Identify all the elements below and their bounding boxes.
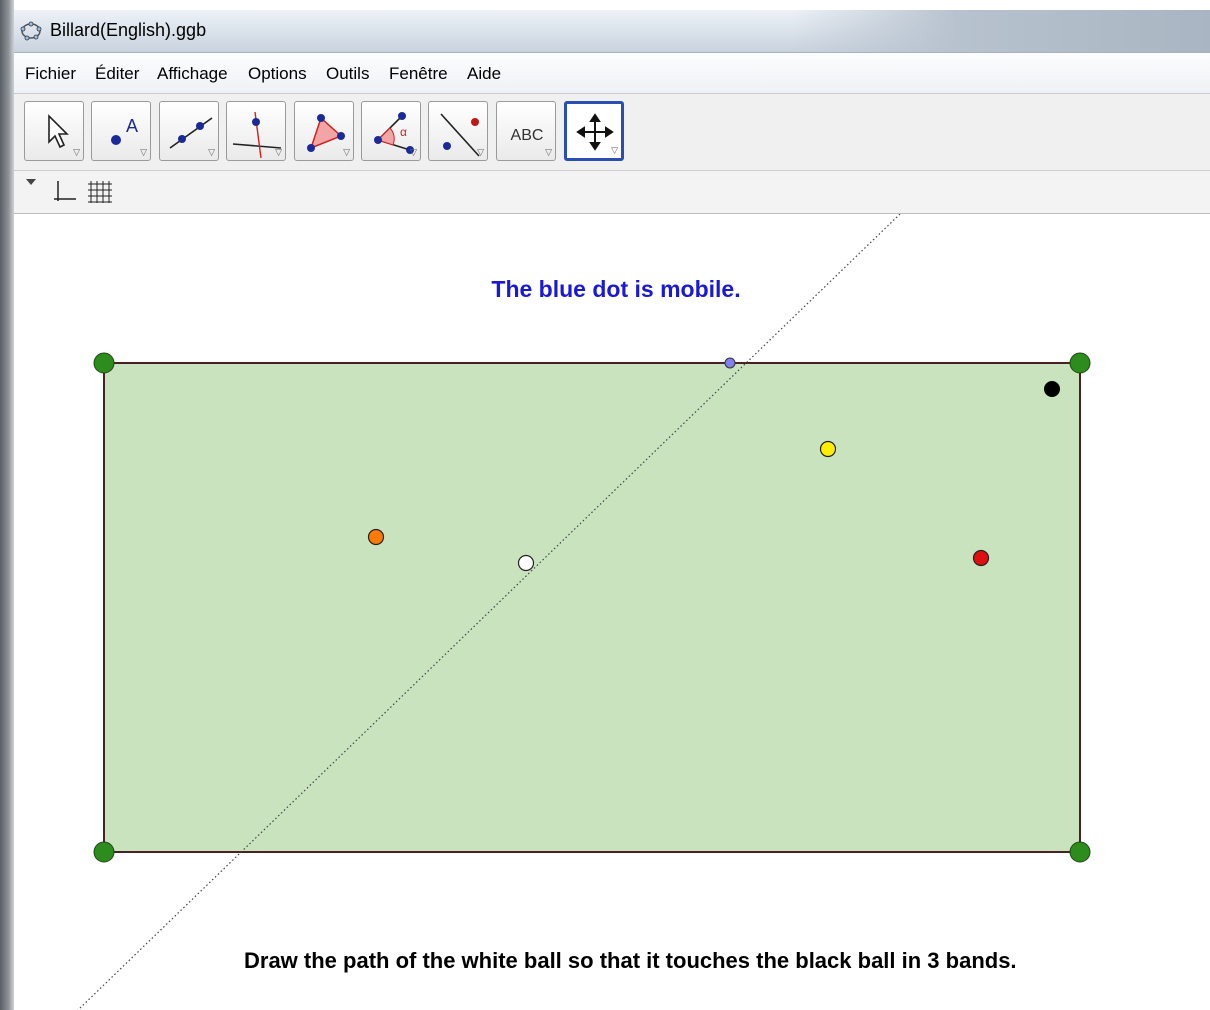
instruction-draw-path: Draw the path of the white ball so that … (244, 948, 1017, 973)
menu-editer[interactable]: Éditer (95, 64, 139, 84)
window-left-edge (0, 0, 14, 1010)
dropdown-icon: ▽ (140, 147, 147, 157)
graphics-view[interactable]: The blue dot is mobile. Draw the path of… (14, 214, 1210, 1010)
orange-ball (367, 528, 385, 546)
corner-bottom-left[interactable] (93, 841, 115, 863)
menu-options[interactable]: Options (248, 64, 307, 84)
grid-icon[interactable] (87, 179, 113, 205)
black-ball (1044, 381, 1060, 397)
white-ball[interactable] (517, 554, 535, 572)
titlebar-background (790, 10, 1210, 52)
svg-text:ABC: ABC (511, 127, 544, 144)
dropdown-icon: ▽ (73, 147, 80, 157)
polygon-tool[interactable]: ▽ (294, 101, 354, 161)
text-tool[interactable]: ABC ▽ (496, 101, 556, 161)
svg-text:A: A (126, 116, 138, 136)
red-ball (972, 549, 990, 567)
geogebra-icon (20, 21, 42, 41)
line-tool[interactable]: ▽ (159, 101, 219, 161)
dropdown-icon: ▽ (410, 147, 417, 157)
canvas-drawing[interactable] (14, 214, 1210, 1010)
toolbar: ▽ A ▽ ▽ ▽ ▽ α ▽ ▽ ABC ▽ ▽ (14, 94, 1210, 171)
move-graphics-view-tool[interactable]: ▽ (564, 101, 624, 161)
dropdown-icon: ▽ (611, 145, 618, 155)
menu-bar: Fichier Éditer Affichage Options Outils … (14, 53, 1210, 94)
dropdown-icon: ▽ (477, 147, 484, 157)
billiard-table (103, 362, 1081, 853)
dropdown-icon: ▽ (343, 147, 350, 157)
point-tool[interactable]: A ▽ (91, 101, 151, 161)
menu-outils[interactable]: Outils (326, 64, 369, 84)
reflect-tool[interactable]: ▽ (428, 101, 488, 161)
corner-bottom-right[interactable] (1069, 841, 1091, 863)
move-tool[interactable]: ▽ (24, 101, 84, 161)
axes-icon[interactable] (52, 179, 78, 205)
corner-top-left[interactable] (93, 352, 115, 374)
dropdown-icon: ▽ (275, 147, 282, 157)
menu-affichage[interactable]: Affichage (157, 64, 228, 84)
style-bar (14, 171, 1210, 214)
menu-fichier[interactable]: Fichier (25, 64, 76, 84)
dropdown-icon: ▽ (208, 147, 215, 157)
svg-text:α: α (400, 125, 407, 139)
yellow-ball (819, 440, 837, 458)
mobile-blue-dot[interactable] (724, 357, 736, 369)
dropdown-icon: ▽ (545, 147, 552, 157)
window-title: Billard(English).ggb (50, 20, 207, 40)
menu-fenetre[interactable]: Fenêtre (389, 64, 448, 84)
angle-tool[interactable]: α ▽ (361, 101, 421, 161)
perpendicular-tool[interactable]: ▽ (226, 101, 286, 161)
stylebar-toggle-icon[interactable] (24, 177, 38, 187)
menu-aide[interactable]: Aide (467, 64, 501, 84)
title-bar: Billard(English).ggb (14, 10, 1210, 53)
corner-top-right[interactable] (1069, 352, 1091, 374)
